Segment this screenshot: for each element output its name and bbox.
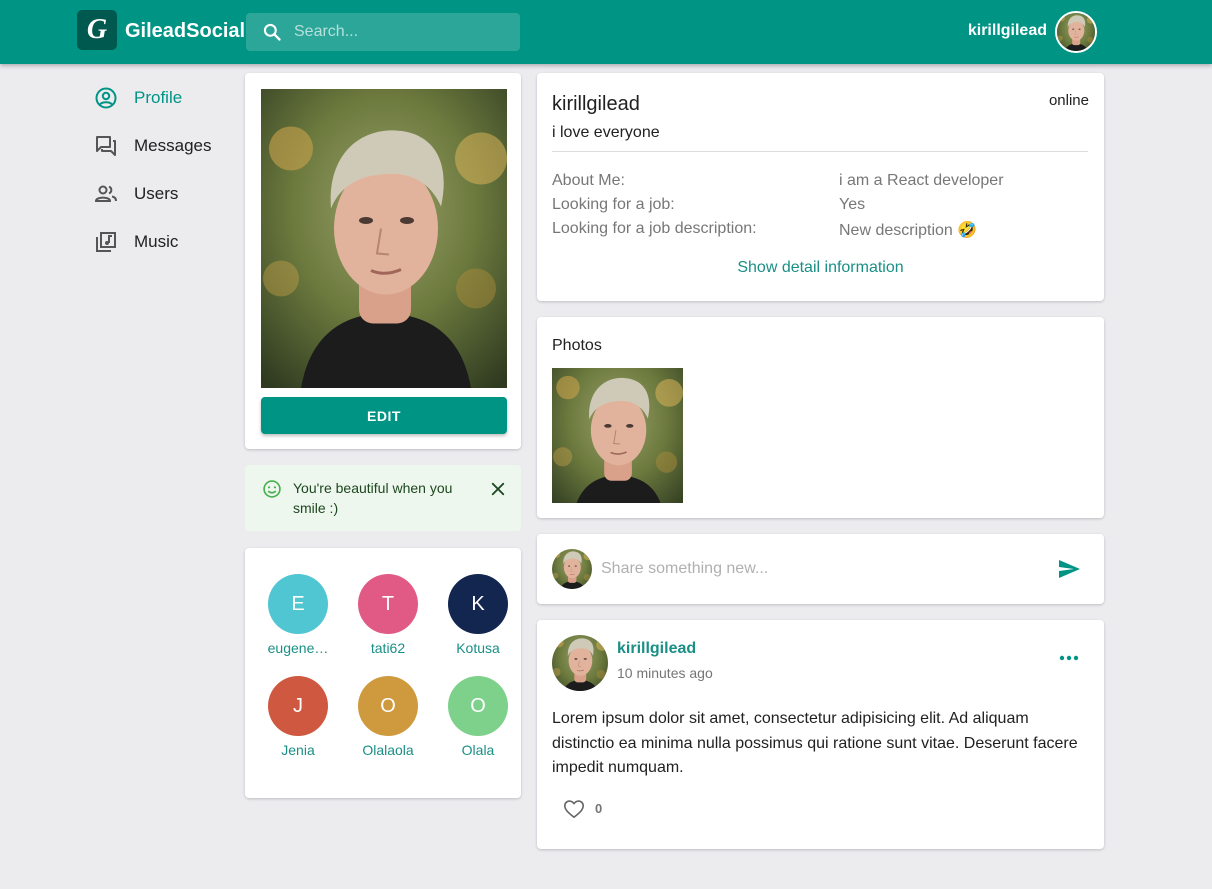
forum-icon [96, 136, 116, 156]
library-music-icon [96, 232, 116, 252]
friend-item[interactable]: Eeugene… [253, 574, 343, 656]
share-input[interactable] [601, 554, 1041, 584]
header-avatar[interactable] [1055, 11, 1097, 53]
photos-card: Photos [537, 317, 1104, 518]
profile-name: kirillgilead [552, 93, 640, 115]
post-card: kirillgilead 10 minutes ago Lorem ipsum … [537, 620, 1104, 849]
logo-icon[interactable]: G [77, 10, 117, 50]
info-label: About Me: [552, 172, 625, 189]
show-detail-link[interactable]: Show detail information [537, 259, 1104, 277]
info-label: Looking for a job description: [552, 220, 757, 237]
online-status: online [1048, 92, 1089, 109]
compliment-alert: You're beautiful when you smile :) [245, 465, 521, 531]
info-row-job: Looking for a job: Yes [552, 196, 1088, 216]
friend-avatar[interactable]: E [268, 574, 328, 634]
info-value: New description 🤣 [839, 222, 978, 239]
account-circle-icon [95, 87, 117, 109]
friend-item[interactable]: O Olalaola [343, 676, 433, 758]
post-avatar[interactable] [552, 635, 608, 691]
avatar-image [1057, 13, 1095, 51]
friend-name[interactable]: Jenia [266, 742, 330, 758]
friend-avatar[interactable]: K [448, 574, 508, 634]
info-row-job-description: Looking for a job description: New descr… [552, 220, 1088, 240]
avatar [552, 549, 592, 589]
friend-name[interactable]: Kotusa [446, 640, 510, 656]
friend-item[interactable]: O Olala [433, 676, 523, 758]
sidebar-item-label: Messages [134, 136, 212, 155]
sidebar-item-label: Profile [134, 88, 183, 107]
friend-avatar[interactable]: O [448, 676, 508, 736]
app-header: G GileadSocial kirillgilead [0, 0, 1212, 64]
friend-avatar[interactable]: O [358, 676, 418, 736]
friend-item[interactable]: J Jenia [253, 676, 343, 758]
friend-item[interactable]: K Kotusa [433, 574, 523, 656]
photos-title: Photos [552, 337, 602, 354]
friend-name[interactable]: tati62 [356, 640, 420, 656]
friend-item[interactable]: Ttati62 [343, 574, 433, 656]
sidebar-item-label: Music [134, 232, 179, 251]
sidebar-item-messages[interactable]: Messages [94, 132, 211, 160]
profile-photo [261, 89, 507, 388]
info-label: Looking for a job: [552, 196, 675, 213]
like-count: 0 [595, 801, 603, 816]
search-icon [263, 23, 281, 41]
friends-grid: Eeugene… Ttati62 K Kotusa J Jenia O Olalaola O Ol… [253, 574, 523, 758]
sidebar-item-label: Users [134, 184, 179, 203]
info-value: Yes [839, 196, 866, 213]
post-text: Lorem ipsum dolor sit amet, consectetur … [552, 710, 1078, 776]
search-input[interactable] [294, 13, 514, 51]
profile-info-card: kirillgilead i love everyone online Abou… [537, 73, 1104, 301]
friend-avatar[interactable]: J [268, 676, 328, 736]
friends-card: Eeugene… Ttati62 K Kotusa J Jenia O Olalaola O Ol… [245, 548, 521, 798]
search-box [246, 13, 520, 51]
post-time: 10 minutes ago [617, 665, 713, 681]
heart-icon[interactable] [563, 798, 585, 820]
close-icon[interactable] [489, 480, 507, 498]
people-icon [94, 185, 117, 202]
post-author[interactable]: kirillgilead [617, 640, 696, 658]
friend-name[interactable]: eugene… [266, 640, 330, 656]
sidebar-item-music[interactable]: Music [94, 228, 178, 256]
edit-button[interactable]: EDIT [261, 397, 507, 434]
sidebar-item-profile[interactable]: Profile [94, 84, 182, 112]
brand-name[interactable]: GileadSocial [125, 20, 245, 43]
header-username[interactable]: kirillgilead [968, 22, 1047, 40]
avatar-card: EDIT [245, 73, 521, 449]
send-icon[interactable] [1057, 557, 1081, 581]
friend-avatar[interactable]: T [358, 574, 418, 634]
friend-name[interactable]: Olala [446, 742, 510, 758]
divider [552, 151, 1088, 152]
more-horizontal-icon[interactable] [1057, 646, 1081, 670]
info-value: i am a React developer [839, 172, 1004, 189]
alert-message: You're beautiful when you smile :) [293, 480, 453, 516]
share-card [537, 534, 1104, 604]
smile-icon [263, 480, 281, 498]
sidebar-item-users[interactable]: Users [94, 180, 178, 208]
info-row-about: About Me: i am a React developer [552, 172, 1088, 192]
profile-status[interactable]: i love everyone [552, 124, 660, 142]
friend-name[interactable]: Olalaola [356, 742, 420, 758]
photo-thumbnail[interactable] [552, 368, 683, 503]
